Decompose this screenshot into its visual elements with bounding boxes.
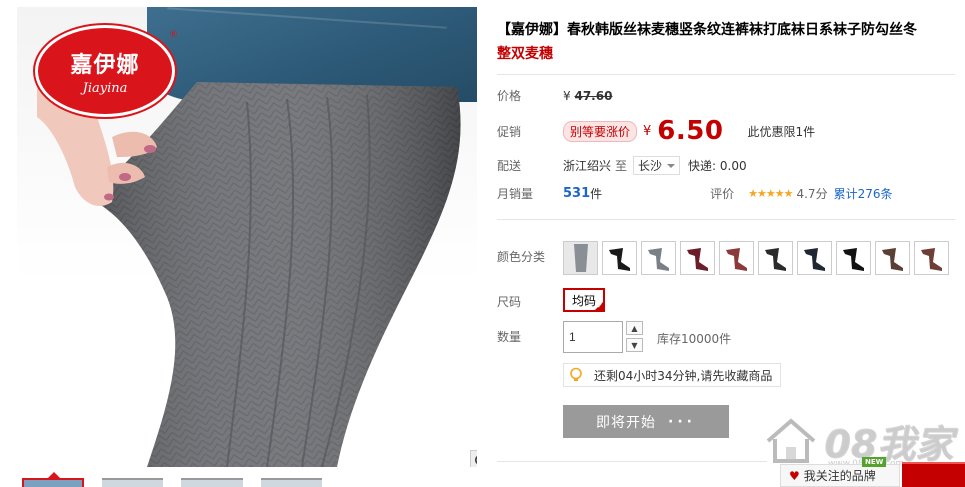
checkmark-icon (594, 301, 604, 311)
original-price-currency: ¥ (563, 88, 571, 103)
color-swatch[interactable] (914, 241, 949, 275)
stock-count: 库存10000件 (657, 332, 732, 346)
countdown-notice: 还剩04小时34分钟,请先收藏商品 (563, 363, 782, 387)
promo-tag: 别等要涨价 (563, 120, 638, 142)
swatch-leg-graphic (843, 248, 864, 271)
size-option-label: 均码 (571, 293, 596, 308)
original-price: ¥ 47.60 (563, 89, 612, 103)
color-swatch[interactable] (563, 241, 598, 275)
promo-label: 促销 (497, 124, 522, 139)
thumbnail-3[interactable] (181, 478, 243, 487)
promo-price: 6.50 (657, 116, 724, 146)
thumbnail-active-arrow-icon (48, 472, 60, 478)
new-badge: NEW (862, 457, 887, 467)
quantity-input[interactable] (563, 321, 623, 353)
chevron-up-icon: ▲ (631, 323, 638, 333)
price-label: 价格 (497, 89, 522, 103)
quantity-increase-button[interactable]: ▲ (626, 321, 643, 335)
color-swatch[interactable] (602, 241, 637, 275)
divider-top (497, 74, 955, 75)
logo-english-text: Jiayina (82, 80, 128, 96)
registered-mark: ® (169, 30, 178, 40)
delivery-from: 浙江绍兴 (563, 159, 612, 173)
heart-icon: ♥ (789, 468, 800, 483)
product-info: 【嘉伊娜】春秋韩版丝袜麦穗竖条纹连裤袜打底袜日系袜子防勾丝冬 整双麦穗 (497, 18, 962, 66)
brand-logo: 嘉伊娜 Jiayina ® (35, 25, 178, 117)
site-watermark: 08我家 www.08won.com (762, 413, 953, 469)
quantity-decrease-button[interactable]: ▼ (626, 338, 643, 352)
sales-row: 月销量 531 件 评价 ★★★★★ 4.7分 累计276条 (497, 185, 893, 202)
size-option-selected[interactable]: 均码 (563, 288, 605, 312)
countdown-text: 还剩04小时34分钟,请先收藏商品 (594, 368, 773, 383)
product-title: 【嘉伊娜】春秋韩版丝袜麦穗竖条纹连裤袜打底袜日系袜子防勾丝冬 (497, 22, 917, 38)
swatch-leg-graphic (609, 248, 630, 271)
swatch-leg-graphic (804, 248, 825, 271)
ellipsis-icon: ··· (668, 413, 696, 430)
price-row: 价格 ¥ 47.60 (497, 87, 612, 104)
color-swatch[interactable] (680, 241, 715, 275)
monthly-sales-count: 531 (563, 186, 591, 201)
quantity-label: 数量 (497, 330, 522, 344)
followed-brands-label: 我关注的品牌 (803, 469, 876, 483)
color-swatch[interactable] (719, 241, 754, 275)
size-label: 尺码 (497, 295, 522, 309)
delivery-row: 配送 浙江绍兴 至 长沙 快递: 0.00 (497, 156, 747, 175)
color-swatch[interactable] (641, 241, 676, 275)
chevron-down-icon (667, 163, 676, 168)
size-row: 尺码 (497, 293, 563, 310)
promo-currency: ¥ (643, 123, 652, 139)
thumbnail-4[interactable] (260, 478, 322, 487)
followed-brands-button[interactable]: ♥ 我关注的品牌 (780, 464, 900, 487)
swatch-leg-graphic (574, 244, 588, 272)
product-page: 嘉伊娜 Jiayina ® 【嘉伊娜】春秋韩版丝袜麦穗竖条纹连裤袜打底袜日系袜子… (0, 0, 965, 487)
zoom-button[interactable] (470, 450, 477, 467)
color-row: 颜色分类 (497, 248, 563, 265)
review-total-link[interactable]: 累计276条 (834, 185, 893, 202)
color-swatch[interactable] (758, 241, 793, 275)
swatch-leg-graphic (726, 248, 747, 271)
color-swatch[interactable] (797, 241, 832, 275)
coming-soon-button[interactable]: 即将开始 ··· (563, 405, 729, 438)
original-price-value: 47.60 (574, 88, 613, 103)
review-total-count: 276 (857, 187, 881, 201)
promo-row: 促销 别等要涨价 ¥ 6.50 此优惠限1件 (497, 116, 815, 146)
swatch-leg-graphic (687, 248, 708, 271)
promo-limit: 此优惠限1件 (747, 124, 816, 139)
coming-soon-label: 即将开始 (596, 414, 657, 431)
logo-chinese-text: 嘉伊娜 (70, 51, 140, 78)
color-swatch-list (563, 241, 949, 275)
monthly-sales-unit: 件 (590, 187, 603, 201)
city-select-value: 长沙 (638, 159, 663, 173)
house-icon (766, 417, 816, 463)
divider-bottom (497, 461, 767, 462)
swatch-leg-graphic (921, 248, 942, 271)
rating-label: 评价 (710, 187, 735, 201)
lightbulb-icon (570, 367, 582, 381)
rating-score: 4.7分 (796, 187, 828, 201)
thumbnail-1[interactable] (22, 478, 84, 487)
divider-mid (497, 219, 955, 220)
swatch-leg-graphic (765, 248, 786, 271)
delivery-to-word: 至 (615, 159, 628, 173)
express-fee: 快递: 0.00 (688, 159, 747, 173)
thumbnail-strip (22, 472, 322, 487)
cart-button[interactable] (902, 462, 965, 487)
product-subtitle: 整双麦穗 (497, 46, 553, 62)
swatch-leg-graphic (648, 248, 669, 271)
chevron-down-icon: ▼ (631, 340, 638, 350)
product-main-image[interactable]: 嘉伊娜 Jiayina ® (17, 7, 477, 467)
delivery-label: 配送 (497, 159, 522, 173)
review-total-unit: 条 (880, 187, 893, 201)
quantity-row: 数量 (497, 328, 563, 345)
city-select[interactable]: 长沙 (633, 156, 681, 175)
thumbnail-2[interactable] (101, 478, 164, 487)
monthly-sales-label: 月销量 (497, 187, 534, 201)
color-swatch[interactable] (875, 241, 910, 275)
color-label: 颜色分类 (497, 250, 546, 264)
review-total-prefix: 累计 (833, 187, 858, 201)
rating-stars-icon: ★★★★★ (748, 187, 793, 200)
color-swatch[interactable] (836, 241, 871, 275)
magnifier-icon (474, 455, 477, 465)
swatch-leg-graphic (882, 248, 903, 271)
